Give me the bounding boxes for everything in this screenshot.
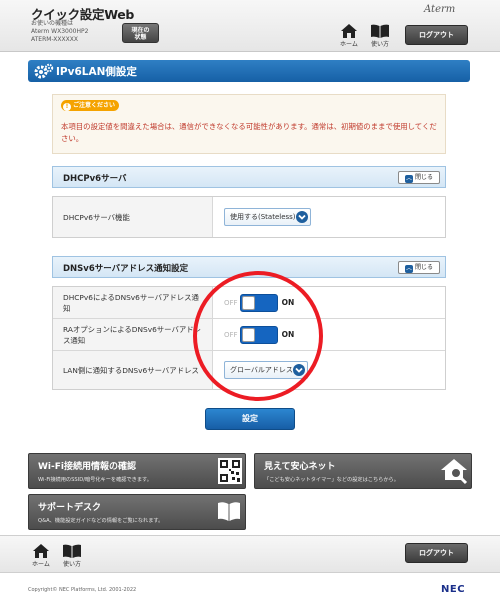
dhcpv6-section-header: DHCPv6サーバ ︿ 閉じる [52, 166, 446, 188]
toggle-knob[interactable] [241, 295, 255, 310]
device-label: お使いの機種は [31, 20, 74, 27]
chevron-down-icon [293, 364, 305, 376]
support-desk-subtitle: Q&A、機能設定ガイドなどの情報をご覧になれます。 [38, 518, 164, 524]
bottom-footer: ホーム 使い方 ログアウト [0, 535, 500, 573]
chevron-down-icon [296, 211, 308, 223]
nec-logo: NEC [441, 584, 466, 595]
chevron-up-icon: ︿ [404, 175, 413, 183]
status-btn-line1: 現在の [131, 27, 150, 34]
copyright: Copyright© NEC Platforms, Ltd. 2001-2022 [28, 587, 137, 593]
footer-home-link[interactable]: ホーム [32, 544, 50, 568]
brand-logo: Aterm [424, 4, 456, 15]
ra-dns-notify-toggle[interactable]: OFF ON [224, 325, 295, 344]
wifi-info-title: Wi-Fi接続用情報の確認 [38, 462, 136, 472]
caution-badge-label: ご注意ください [73, 102, 116, 109]
page-title: IPv6LAN側設定 [56, 66, 137, 78]
caution-badge: ! ご注意ください [61, 100, 120, 111]
dns-section-title: DNSv6サーバアドレス通知設定 [63, 264, 189, 274]
dhcpv6-server-label: DHCPv6サーバ機能 [53, 197, 213, 237]
book-icon [371, 24, 389, 38]
dhcpv6-dns-notify-cell: OFF ON [214, 287, 445, 318]
toggle-track[interactable] [239, 293, 278, 312]
toggle-off-label: OFF [224, 330, 238, 339]
toggle-on-label: ON [281, 298, 295, 307]
help-link[interactable]: 使い方 [370, 24, 390, 48]
gear-icon [34, 63, 54, 79]
logout-button[interactable]: ログアウト [405, 25, 468, 45]
dhcpv6-dns-notify-label: DHCPv6によるDNSv6サーバアドレス通知 [53, 287, 213, 318]
mieru-anshin-subtitle: 「こども安心ネットタイマー」などの設定はこちらから。 [264, 477, 399, 483]
help-label: 使い方 [370, 41, 389, 48]
book-icon [63, 544, 81, 558]
dns-table: DHCPv6によるDNSv6サーバアドレス通知 OFF ON RAオプションによ… [52, 286, 446, 390]
lan-dns-address-select[interactable]: グローバルアドレス [224, 361, 308, 379]
book-icon [218, 502, 240, 521]
toggle-knob[interactable] [241, 327, 255, 342]
home-label: ホーム [340, 41, 358, 48]
qr-code-icon [218, 458, 242, 484]
current-status-button[interactable]: 現在の 状態 [122, 23, 159, 43]
device-info: お使いの機種は Aterm WX3000HP2 ATERM-XXXXXX [31, 20, 88, 44]
wifi-info-subtitle: Wi-Fi接続用のSSID/暗号化キーを確認できます。 [38, 477, 152, 483]
table-row: DHCPv6サーバ機能 使用する(Stateless) [53, 197, 445, 237]
chevron-up-icon: ︿ [404, 265, 413, 273]
lan-dns-address-value: グローバルアドレス [230, 366, 293, 374]
page-banner: IPv6LAN側設定 [28, 60, 470, 82]
status-btn-line2: 状態 [134, 34, 147, 41]
dns-close-button[interactable]: ︿ 閉じる [398, 261, 440, 274]
dhcpv6-dns-notify-toggle[interactable]: OFF ON [224, 293, 295, 312]
home-link[interactable]: ホーム [340, 24, 358, 48]
caution-text: 本項目の設定値を間違えた場合は、通信ができなくなる可能性があります。通常は、初期… [61, 122, 437, 143]
dhcpv6-server-cell: 使用する(Stateless) [214, 197, 445, 237]
ra-dns-notify-label: RAオプションによるDNSv6サーバアドレス通知 [53, 319, 213, 350]
home-icon [340, 24, 357, 38]
footer-home-label: ホーム [32, 561, 50, 568]
dhcpv6-close-button[interactable]: ︿ 閉じる [398, 171, 440, 184]
house-search-icon [441, 459, 468, 485]
top-header: クイック設定Web お使いの機種は Aterm WX3000HP2 ATERM-… [0, 0, 500, 52]
close-label: 閉じる [414, 174, 433, 181]
toggle-track[interactable] [239, 325, 278, 344]
table-row: DHCPv6によるDNSv6サーバアドレス通知 OFF ON [53, 287, 445, 319]
table-row: LAN側に通知するDNSv6サーバアドレス グローバルアドレス [53, 351, 445, 389]
dns-section-header: DNSv6サーバアドレス通知設定 ︿ 閉じる [52, 256, 446, 278]
dhcpv6-section-title: DHCPv6サーバ [63, 174, 127, 184]
warning-icon: ! [63, 103, 71, 111]
table-row: RAオプションによるDNSv6サーバアドレス通知 OFF ON [53, 319, 445, 351]
footer-help-link[interactable]: 使い方 [62, 544, 82, 568]
caution-box: ! ご注意ください 本項目の設定値を間違えた場合は、通信ができなくなる可能性があり… [52, 94, 446, 154]
support-desk-title: サポートデスク [38, 503, 102, 513]
lan-dns-address-label: LAN側に通知するDNSv6サーバアドレス [53, 351, 213, 389]
toggle-on-label: ON [281, 330, 295, 339]
home-icon [32, 544, 49, 558]
dhcpv6-table: DHCPv6サーバ機能 使用する(Stateless) [52, 196, 446, 238]
mieru-anshin-title: 見えて安心ネット [264, 462, 336, 472]
support-desk-card[interactable]: サポートデスク Q&A、機能設定ガイドなどの情報をご覧になれます。 [28, 494, 246, 530]
close-label: 閉じる [414, 264, 433, 271]
lan-dns-address-cell: グローバルアドレス [214, 351, 445, 389]
submit-button[interactable]: 設定 [205, 408, 295, 430]
mieru-anshin-card[interactable]: 見えて安心ネット 「こども安心ネットタイマー」などの設定はこちらから。 [254, 453, 472, 489]
ra-dns-notify-cell: OFF ON [214, 319, 445, 350]
device-model: Aterm WX3000HP2 [31, 28, 89, 35]
toggle-off-label: OFF [224, 298, 238, 307]
footer-help-label: 使い方 [62, 561, 81, 568]
device-id: ATERM-XXXXXX [31, 36, 78, 43]
footer-logout-button[interactable]: ログアウト [405, 543, 468, 563]
wifi-info-card[interactable]: Wi-Fi接続用情報の確認 Wi-Fi接続用のSSID/暗号化キーを確認できます… [28, 453, 246, 489]
dhcpv6-server-select[interactable]: 使用する(Stateless) [224, 208, 311, 226]
dhcpv6-server-value: 使用する(Stateless) [230, 213, 296, 221]
